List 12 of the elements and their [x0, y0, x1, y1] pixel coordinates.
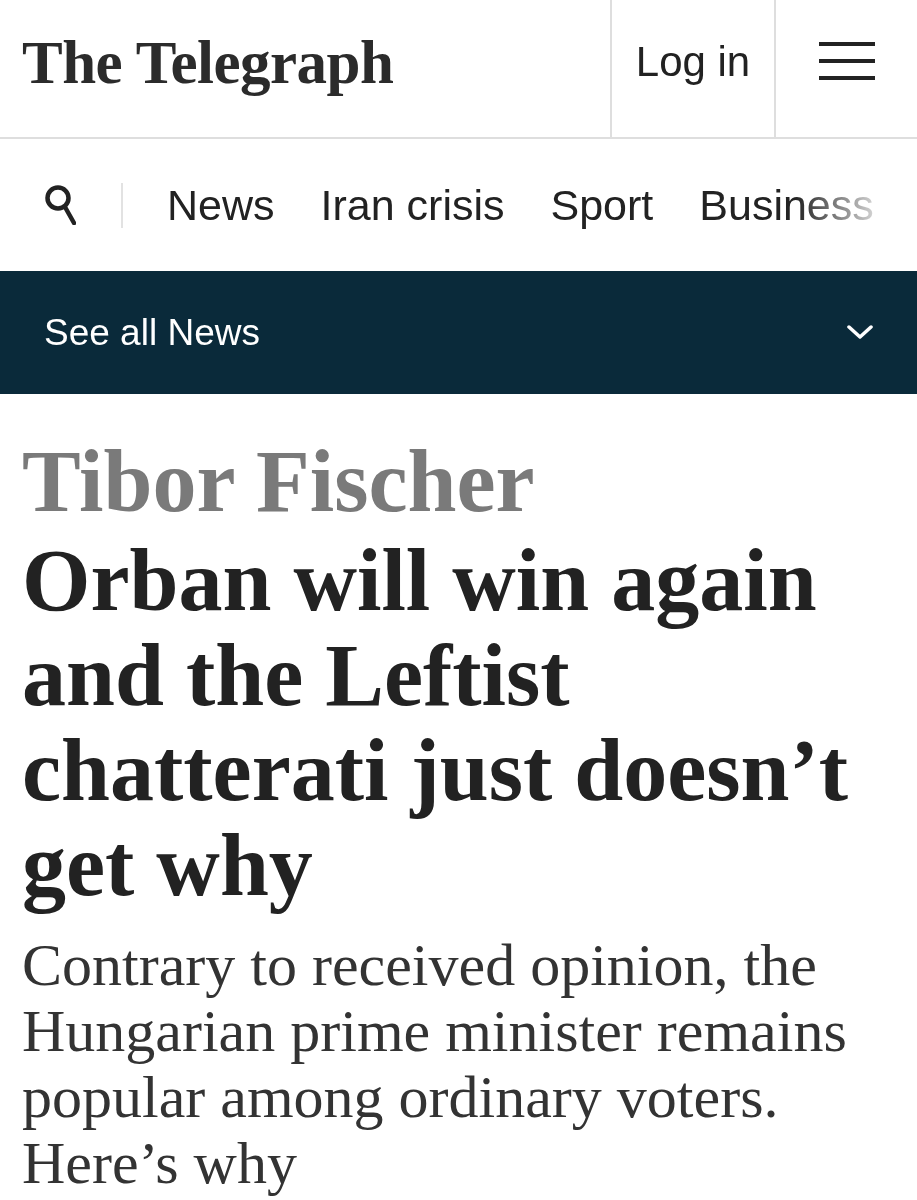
- chevron-down-icon: [847, 325, 873, 340]
- article-headline: Orban will win again and the Leftist chatterati just doesn’t get why: [22, 533, 850, 913]
- nav-link[interactable]: Sport: [550, 183, 654, 227]
- nav-link[interactable]: Iran crisis: [320, 183, 505, 227]
- author-name: Tibor Fischer: [22, 434, 536, 530]
- nav-link[interactable]: Business: [699, 183, 874, 227]
- section-dropdown[interactable]: See all News: [0, 271, 917, 394]
- search-icon[interactable]: [45, 185, 76, 225]
- article-standfirst: Contrary to received opinion, the Hungarian prime minister remains popular among ordinary voters. Here’s why: [22, 932, 848, 1196]
- menu-icon[interactable]: [818, 41, 875, 80]
- login-link[interactable]: Log in: [610, 0, 776, 137]
- nav-link[interactable]: News: [167, 183, 275, 227]
